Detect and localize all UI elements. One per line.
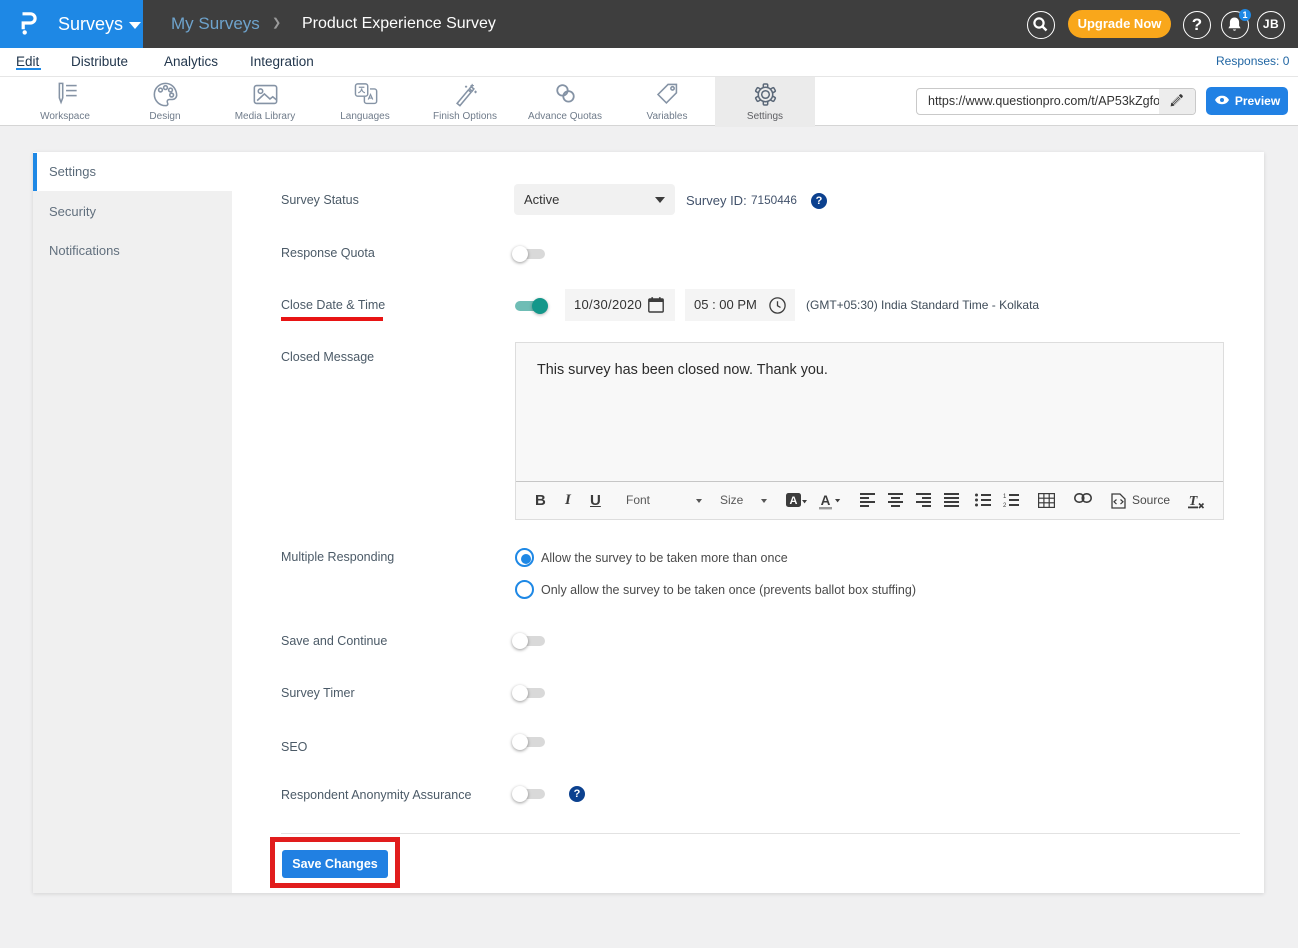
svg-text:A: A — [790, 495, 798, 507]
svg-text:A: A — [821, 493, 831, 508]
svg-text:1: 1 — [1003, 494, 1007, 500]
svg-text:2: 2 — [1003, 503, 1007, 507]
